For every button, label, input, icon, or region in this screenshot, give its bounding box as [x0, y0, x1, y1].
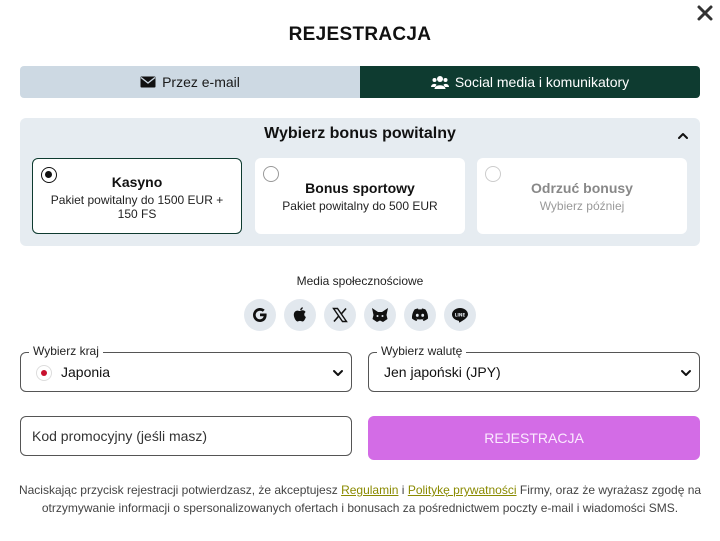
bonus-radio-sport[interactable] — [263, 166, 279, 182]
chevron-down-icon — [681, 370, 691, 376]
line-icon: LINE — [452, 307, 468, 323]
bonus-option-name: Bonus sportowy — [305, 180, 415, 196]
currency-select[interactable]: Wybierz walutę Jen japoński (JPY) — [368, 344, 700, 392]
bonus-option-desc: Wybierz później — [539, 199, 625, 213]
currency-select-label: Wybierz walutę — [377, 344, 467, 358]
promo-code-input[interactable] — [20, 416, 352, 456]
tab-email[interactable]: Przez e-mail — [20, 66, 360, 98]
apple-login-button[interactable] — [284, 299, 316, 331]
discord-icon — [411, 308, 429, 321]
social-login-row: LINE — [244, 299, 476, 331]
register-button[interactable]: REJESTRACJA — [368, 416, 700, 460]
currency-select-value: Jen japoński (JPY) — [384, 364, 501, 380]
bonus-option-desc: Pakiet powitalny do 500 EUR — [282, 199, 438, 213]
bonus-option-name: Kasyno — [111, 174, 163, 190]
line-login-button[interactable]: LINE — [444, 299, 476, 331]
bonus-radio-decline[interactable] — [485, 166, 501, 182]
x-login-button[interactable] — [324, 299, 356, 331]
google-icon — [253, 308, 267, 322]
registration-method-tabs: Przez e-mail Social media i komunikatory — [20, 66, 700, 98]
japan-flag-icon — [36, 365, 52, 381]
country-select[interactable]: Wybierz kraj Japonia — [20, 344, 352, 392]
privacy-policy-link[interactable]: Politykę prywatności — [408, 483, 517, 497]
chevron-up-icon — [678, 133, 688, 139]
social-media-label: Media społecznościowe — [296, 274, 424, 288]
discord-login-button[interactable] — [404, 299, 436, 331]
bonus-panel-title: Wybierz bonus powitalny — [264, 125, 456, 142]
apple-icon — [293, 307, 306, 322]
x-icon — [332, 307, 348, 323]
tab-email-label: Przez e-mail — [162, 74, 240, 90]
collapse-bonus-button[interactable] — [676, 129, 690, 143]
bonus-option-name: Odrzuć bonusy — [531, 180, 633, 196]
modal-title: REJESTRACJA — [288, 24, 432, 45]
chevron-down-icon — [333, 370, 343, 376]
google-login-button[interactable] — [244, 299, 276, 331]
tab-social-media[interactable]: Social media i komunikatory — [360, 66, 700, 98]
tab-social-label: Social media i komunikatory — [454, 74, 630, 90]
users-icon — [430, 76, 449, 89]
country-select-value: Japonia — [61, 364, 111, 380]
bonus-radio-casino[interactable] — [41, 167, 57, 183]
bonus-panel: Wybierz bonus powitalny Kasyno Pakiet po… — [20, 118, 700, 246]
metamask-login-button[interactable] — [364, 299, 396, 331]
close-icon — [697, 5, 713, 21]
close-button[interactable] — [694, 2, 716, 24]
bonus-option-casino[interactable]: Kasyno Pakiet powitalny do 1500 EUR + 15… — [32, 158, 242, 234]
terms-text-2: i — [401, 483, 405, 497]
terms-link[interactable]: Regulamin — [341, 483, 398, 497]
metamask-icon — [372, 308, 388, 322]
bonus-option-decline[interactable]: Odrzuć bonusy Wybierz później — [477, 158, 687, 234]
bonus-option-desc: Pakiet powitalny do 1500 EUR + 150 FS — [50, 193, 224, 221]
bonus-option-sport[interactable]: Bonus sportowy Pakiet powitalny do 500 E… — [255, 158, 465, 234]
terms-text-1: Naciskając przycisk rejestracji potwierd… — [18, 483, 338, 497]
terms-notice: Naciskając przycisk rejestracji potwierd… — [16, 481, 704, 517]
envelope-icon — [140, 76, 156, 88]
country-select-label: Wybierz kraj — [29, 344, 103, 358]
svg-text:LINE: LINE — [455, 312, 466, 317]
